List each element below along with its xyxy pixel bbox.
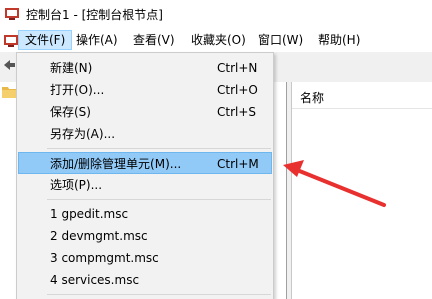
menu-item-shortcut: Ctrl+N xyxy=(217,61,258,75)
menu-item-label: 打开(O)... xyxy=(50,83,105,97)
menu-view[interactable]: 查看(V) xyxy=(127,30,181,50)
menu-item-recent-4[interactable]: 4 services.msc xyxy=(18,269,272,291)
menu-item-save[interactable]: 保存(S) Ctrl+S xyxy=(18,101,272,123)
menu-item-new[interactable]: 新建(N) Ctrl+N xyxy=(18,57,272,79)
menu-item-label: 另存为(A)... xyxy=(50,127,116,141)
menu-action[interactable]: 操作(A) xyxy=(70,30,124,50)
menu-bar: 文件(F) 操作(A) 查看(V) 收藏夹(O) 窗口(W) 帮助(H) xyxy=(0,28,432,52)
title-bar: 控制台1 - [控制台根节点] xyxy=(0,0,432,28)
menu-item-label: 1 gpedit.msc xyxy=(50,207,129,221)
menu-item-label: 新建(N) xyxy=(50,61,93,75)
menu-window[interactable]: 窗口(W) xyxy=(252,30,309,50)
menu-item-label: 保存(S) xyxy=(50,105,91,119)
menu-item-open[interactable]: 打开(O)... Ctrl+O xyxy=(18,79,272,101)
menu-item-shortcut: Ctrl+M xyxy=(217,157,259,171)
mmc-app-icon xyxy=(5,8,19,20)
results-pane: 名称 xyxy=(292,82,432,299)
menu-item-shortcut: Ctrl+S xyxy=(217,105,257,119)
menu-item-recent-2[interactable]: 2 devmgmt.msc xyxy=(18,225,272,247)
menu-item-label: 4 services.msc xyxy=(50,273,140,287)
menu-item-label: 2 devmgmt.msc xyxy=(50,229,148,243)
back-arrow-icon[interactable] xyxy=(2,58,16,72)
menu-item-save-as[interactable]: 另存为(A)... xyxy=(18,123,272,145)
column-header-name[interactable]: 名称 xyxy=(292,82,432,109)
menu-item-label: 3 compmgmt.msc xyxy=(50,251,159,265)
menu-item-shortcut: Ctrl+O xyxy=(217,83,258,97)
column-header-label: 名称 xyxy=(300,91,325,105)
menu-help[interactable]: 帮助(H) xyxy=(312,30,366,50)
window-title: 控制台1 - [控制台根节点] xyxy=(26,8,163,22)
menu-item-label: 添加/删除管理单元(M)... xyxy=(50,157,182,171)
menu-item-add-remove-snapin[interactable]: 添加/删除管理单元(M)... Ctrl+M xyxy=(18,152,272,174)
menu-item-recent-1[interactable]: 1 gpedit.msc xyxy=(18,203,272,225)
menu-item-recent-3[interactable]: 3 compmgmt.msc xyxy=(18,247,272,269)
menu-separator xyxy=(47,294,271,295)
menu-separator xyxy=(47,148,271,149)
menu-separator xyxy=(47,199,271,200)
menu-file[interactable]: 文件(F) xyxy=(18,30,73,50)
file-menu-dropdown: 新建(N) Ctrl+N 打开(O)... Ctrl+O 保存(S) Ctrl+… xyxy=(16,52,274,299)
menu-favorites[interactable]: 收藏夹(O) xyxy=(185,30,252,50)
menu-item-options[interactable]: 选项(P)... xyxy=(18,174,272,196)
menu-item-label: 选项(P)... xyxy=(50,178,103,192)
